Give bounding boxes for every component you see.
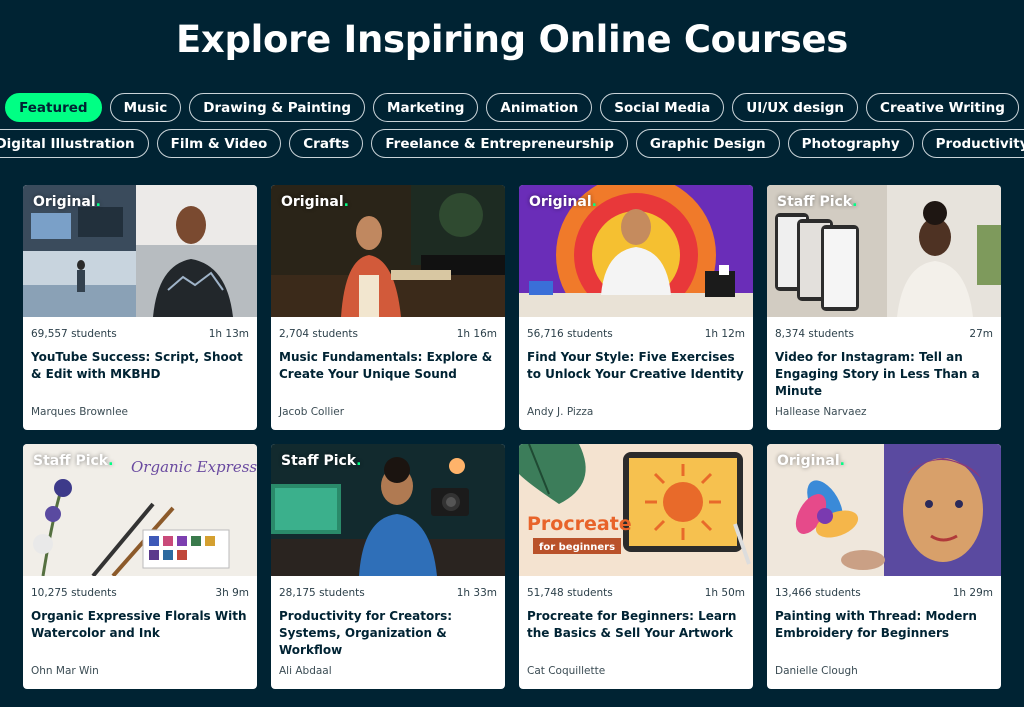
course-badge: Staff Pick. (33, 453, 114, 469)
category-pill-social-media[interactable]: Social Media (600, 93, 725, 122)
course-card[interactable]: Original. 69,557 students 1h 13m YouTube… (23, 185, 257, 430)
course-badge: Staff Pick. (777, 194, 858, 210)
course-card[interactable]: Procreate for beginners 51,748 students … (519, 444, 753, 689)
category-pill-music[interactable]: Music (109, 93, 182, 122)
student-count: 13,466 students (775, 587, 861, 599)
thumb-subtitle-text: for beginners (539, 542, 615, 553)
course-card[interactable]: Original. 56,716 students 1h 12m Find Yo… (519, 185, 753, 430)
course-title[interactable]: Video for Instagram: Tell an Engaging St… (767, 349, 1001, 401)
category-pill-drawing-painting[interactable]: Drawing & Painting (189, 93, 366, 122)
course-card[interactable]: Organic Expressive Florals with Watercol… (23, 444, 257, 689)
course-duration: 1h 33m (456, 587, 497, 599)
course-duration: 1h 16m (456, 328, 497, 340)
course-thumbnail: Procreate for beginners (519, 444, 753, 576)
course-title[interactable]: YouTube Success: Script, Shoot & Edit wi… (23, 349, 257, 401)
category-pill-crafts[interactable]: Crafts (289, 129, 364, 158)
category-pill-digital-illustration[interactable]: Digital Illustration (0, 129, 149, 158)
badge-accent-dot: . (356, 453, 362, 469)
badge-accent-dot: . (108, 453, 114, 469)
badge-accent-dot: . (839, 453, 845, 469)
category-pill-film-video[interactable]: Film & Video (156, 129, 282, 158)
category-pill-photography[interactable]: Photography (787, 129, 914, 158)
badge-accent-dot: . (591, 194, 597, 210)
course-badge: Original. (529, 194, 597, 210)
student-count: 8,374 students (775, 328, 855, 340)
course-title[interactable]: Organic Expressive Florals With Watercol… (23, 608, 257, 660)
course-badge: Staff Pick. (281, 453, 362, 469)
course-thumbnail: Original. (519, 185, 753, 317)
course-thumbnail: Original. (23, 185, 257, 317)
course-title[interactable]: Painting with Thread: Modern Embroidery … (767, 608, 1001, 660)
course-author[interactable]: Andy J. Pizza (527, 406, 593, 418)
student-count: 28,175 students (279, 587, 365, 599)
course-card[interactable]: Staff Pick. 28,175 students 1h 33m Produ… (271, 444, 505, 689)
course-duration: 3h 9m (215, 587, 249, 599)
course-card[interactable]: Staff Pick. 8,374 students 27m Video for… (767, 185, 1001, 430)
category-pill-animation[interactable]: Animation (486, 93, 593, 122)
course-badge: Original. (33, 194, 101, 210)
course-thumbnail: Staff Pick. (271, 444, 505, 576)
category-pill-freelance[interactable]: Freelance & Entrepreneurship (371, 129, 628, 158)
course-thumbnail: Organic Expressive Florals with Watercol… (23, 444, 257, 576)
course-thumbnail: Staff Pick. (767, 185, 1001, 317)
category-filter-row-1: Featured Music Drawing & Painting Market… (0, 93, 1024, 122)
category-filter-row-2: Digital Illustration Film & Video Crafts… (0, 129, 1024, 158)
thumb-title-text: Procreate (527, 513, 632, 535)
course-duration: 1h 29m (952, 587, 993, 599)
course-card[interactable]: Original. 2,704 students 1h 16m Music Fu… (271, 185, 505, 430)
course-author[interactable]: Marques Brownlee (31, 406, 128, 418)
course-duration: 27m (969, 328, 993, 340)
course-thumbnail: Original. (271, 185, 505, 317)
course-badge: Original. (777, 453, 845, 469)
badge-accent-dot: . (343, 194, 349, 210)
category-pill-productivity[interactable]: Productivity (921, 129, 1024, 158)
course-title[interactable]: Productivity for Creators: Systems, Orga… (271, 608, 505, 660)
student-count: 69,557 students (31, 328, 117, 340)
course-duration: 1h 50m (704, 587, 745, 599)
category-pill-featured[interactable]: Featured (5, 93, 102, 122)
badge-accent-dot: . (852, 194, 858, 210)
badge-accent-dot: . (95, 194, 101, 210)
category-pill-ui-ux-design[interactable]: UI/UX design (732, 93, 859, 122)
course-author[interactable]: Hallease Narvaez (775, 406, 867, 418)
course-card[interactable]: Original. 13,466 students 1h 29m Paintin… (767, 444, 1001, 689)
course-duration: 1h 13m (208, 328, 249, 340)
course-author[interactable]: Cat Coquillette (527, 665, 605, 677)
thumb-title-text: Organic Expressive Florals with Watercol… (131, 458, 257, 476)
course-title[interactable]: Find Your Style: Five Exercises to Unloc… (519, 349, 753, 401)
student-count: 56,716 students (527, 328, 613, 340)
course-author[interactable]: Ohn Mar Win (31, 665, 99, 677)
course-title[interactable]: Music Fundamentals: Explore & Create You… (271, 349, 505, 401)
course-thumbnail: Original. (767, 444, 1001, 576)
course-author[interactable]: Jacob Collier (279, 406, 344, 418)
course-badge: Original. (281, 194, 349, 210)
category-pill-graphic-design[interactable]: Graphic Design (635, 129, 780, 158)
course-grid: Original. 69,557 students 1h 13m YouTube… (23, 185, 1001, 689)
category-pill-creative-writing[interactable]: Creative Writing (866, 93, 1019, 122)
course-title[interactable]: Procreate for Beginners: Learn the Basic… (519, 608, 753, 660)
page-title: Explore Inspiring Online Courses (175, 18, 849, 61)
student-count: 10,275 students (31, 587, 117, 599)
course-duration: 1h 12m (704, 328, 745, 340)
student-count: 2,704 students (279, 328, 359, 340)
student-count: 51,748 students (527, 587, 613, 599)
course-author[interactable]: Ali Abdaal (279, 665, 332, 677)
category-pill-marketing[interactable]: Marketing (373, 93, 479, 122)
course-author[interactable]: Danielle Clough (775, 665, 858, 677)
